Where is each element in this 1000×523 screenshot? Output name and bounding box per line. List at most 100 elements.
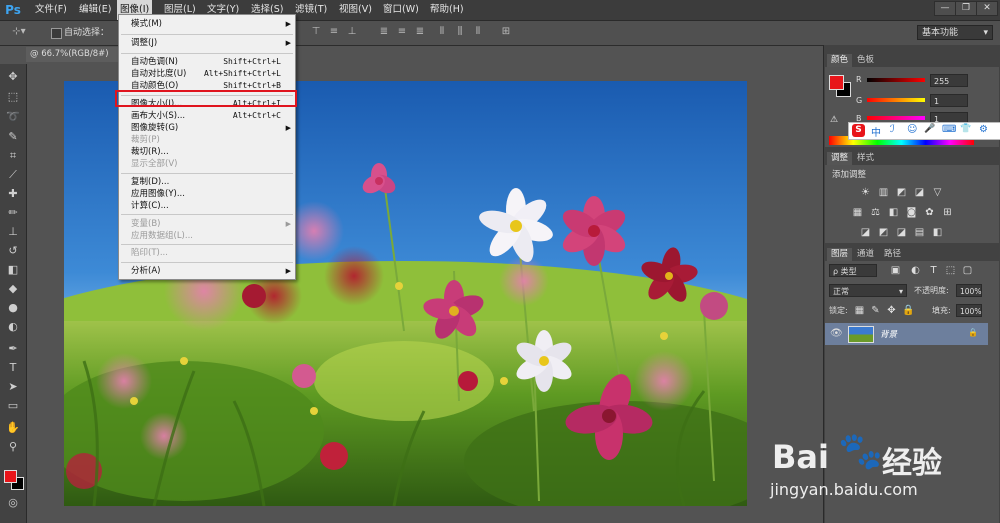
- menu-window[interactable]: 窗口(W): [380, 0, 422, 20]
- menu-item-trim[interactable]: 裁切(R)...: [131, 146, 169, 158]
- g-value-input[interactable]: 1: [930, 94, 968, 107]
- menu-edit[interactable]: 编辑(E): [76, 0, 114, 20]
- menu-item-auto-tone[interactable]: 自动色调(N): [131, 56, 178, 68]
- menu-view[interactable]: 视图(V): [336, 0, 375, 20]
- close-button[interactable]: ✕: [976, 1, 998, 16]
- clone-stamp-tool-icon[interactable]: ⊥: [5, 224, 21, 240]
- menu-item-canvas-size[interactable]: 画布大小(S)...: [131, 110, 185, 122]
- lock-all-icon[interactable]: 🔒: [902, 305, 914, 316]
- workspace-select[interactable]: 基本功能 ▾: [917, 25, 993, 40]
- menu-item-apply-image[interactable]: 应用图像(Y)...: [131, 188, 185, 200]
- tab-color[interactable]: 颜色: [827, 54, 853, 67]
- menu-item-adjustments[interactable]: 调整(J): [131, 37, 157, 49]
- filter-shape-icon[interactable]: ⬚: [945, 265, 956, 276]
- invert-icon[interactable]: ◪: [860, 227, 871, 238]
- zoom-tool-icon[interactable]: ⚲: [5, 439, 21, 455]
- distribute-center-icon[interactable]: ⫼: [454, 26, 466, 38]
- threshold-icon[interactable]: ◪: [896, 227, 907, 238]
- distribute-right-icon[interactable]: ⫴: [472, 26, 484, 38]
- restore-button[interactable]: ❐: [955, 1, 977, 16]
- dodge-tool-icon[interactable]: ◐: [5, 319, 21, 335]
- filter-adjustment-icon[interactable]: ◐: [910, 265, 921, 276]
- menu-item-auto-contrast[interactable]: 自动对比度(U): [131, 68, 186, 80]
- healing-brush-tool-icon[interactable]: ✚: [5, 186, 21, 202]
- move-tool-icon[interactable]: ✥: [5, 69, 21, 85]
- hand-tool-icon[interactable]: ✋: [5, 420, 21, 436]
- black-white-icon[interactable]: ◧: [888, 207, 899, 218]
- shape-tool-icon[interactable]: ▭: [5, 398, 21, 414]
- menu-item-duplicate[interactable]: 复制(D)...: [131, 176, 169, 188]
- menu-item-analysis[interactable]: 分析(A): [131, 265, 160, 277]
- distribute-bottom-icon[interactable]: ≣: [414, 26, 426, 38]
- curves-icon[interactable]: ◩: [896, 187, 907, 198]
- ime-punct-icon[interactable]: ℐ: [890, 124, 895, 135]
- ime-keyboard-icon[interactable]: ⌨: [942, 124, 956, 135]
- crop-tool-icon[interactable]: ⌗: [5, 148, 21, 164]
- menu-filter[interactable]: 滤镜(T): [292, 0, 330, 20]
- lock-transparent-icon[interactable]: ▦: [854, 305, 865, 316]
- menu-file[interactable]: 文件(F): [32, 0, 70, 20]
- document-tab[interactable]: @ 66.7%(RGB/8#): [26, 47, 125, 62]
- visibility-eye-icon[interactable]: 👁: [830, 328, 843, 339]
- tab-paths[interactable]: 路径: [880, 248, 905, 261]
- move-tool-preset-icon[interactable]: ⊹▾: [10, 26, 28, 38]
- type-tool-icon[interactable]: T: [5, 360, 21, 376]
- exposure-icon[interactable]: ◪: [914, 187, 925, 198]
- eyedropper-tool-icon[interactable]: ⟋: [5, 167, 21, 183]
- distribute-top-icon[interactable]: ≣: [378, 26, 390, 38]
- ime-skin-icon[interactable]: 👕: [960, 124, 971, 134]
- blur-tool-icon[interactable]: ●: [5, 300, 21, 316]
- path-select-tool-icon[interactable]: ➤: [5, 379, 21, 395]
- filter-type-icon[interactable]: T: [928, 265, 939, 276]
- vibrance-icon[interactable]: ▽: [932, 187, 943, 198]
- color-lookup-icon[interactable]: ⊞: [942, 207, 953, 218]
- tab-adjustments[interactable]: 调整: [827, 152, 853, 165]
- hue-saturation-icon[interactable]: ▦: [852, 207, 863, 218]
- selective-color-icon[interactable]: ◧: [932, 227, 943, 238]
- lock-pixels-icon[interactable]: ✎: [870, 305, 881, 316]
- ime-mode-chinese[interactable]: 中: [871, 124, 881, 139]
- eraser-tool-icon[interactable]: ◧: [5, 262, 21, 278]
- g-slider[interactable]: [867, 98, 925, 102]
- b-slider[interactable]: [867, 116, 925, 120]
- layer-name[interactable]: 背景: [880, 328, 897, 340]
- menu-item-image-rotation[interactable]: 图像旋转(G): [131, 122, 178, 134]
- opacity-input[interactable]: 100%: [956, 284, 982, 297]
- ime-voice-icon[interactable]: 🎤: [924, 124, 935, 134]
- brightness-icon[interactable]: ☀: [860, 187, 871, 198]
- marquee-tool-icon[interactable]: ⬚: [5, 89, 21, 105]
- align-middle-icon[interactable]: ≡: [328, 26, 340, 38]
- tab-layers[interactable]: 图层: [827, 248, 853, 261]
- distribute-left-icon[interactable]: ⫴: [436, 26, 448, 38]
- menu-help[interactable]: 帮助(H): [427, 0, 467, 20]
- tab-swatches[interactable]: 色板: [853, 54, 878, 67]
- tab-channels[interactable]: 通道: [853, 248, 878, 261]
- menu-item-calculations[interactable]: 计算(C)...: [131, 200, 169, 212]
- panel-foreground-swatch[interactable]: [829, 75, 844, 90]
- pen-tool-icon[interactable]: ✒: [5, 341, 21, 357]
- tab-styles[interactable]: 样式: [853, 152, 878, 165]
- auto-select-checkbox[interactable]: [51, 28, 62, 39]
- blend-mode-select[interactable]: 正常 ▾: [829, 284, 907, 297]
- layer-filter-select[interactable]: ρ 类型: [829, 264, 877, 277]
- color-balance-icon[interactable]: ⚖: [870, 207, 881, 218]
- quick-select-tool-icon[interactable]: ✎: [5, 129, 21, 145]
- auto-align-icon[interactable]: ⊞: [500, 26, 512, 38]
- menu-item-mode[interactable]: 模式(M): [131, 18, 162, 30]
- align-bottom-icon[interactable]: ⊥: [346, 26, 358, 38]
- ime-emoji-icon[interactable]: ☺: [907, 124, 917, 135]
- distribute-middle-icon[interactable]: ≡: [396, 26, 408, 38]
- photo-filter-icon[interactable]: ◙: [906, 207, 917, 218]
- levels-icon[interactable]: ▥: [878, 187, 889, 198]
- paint-bucket-tool-icon[interactable]: ◆: [5, 281, 21, 297]
- foreground-color-swatch[interactable]: [4, 470, 17, 483]
- history-brush-tool-icon[interactable]: ↺: [5, 243, 21, 259]
- gradient-map-icon[interactable]: ▤: [914, 227, 925, 238]
- ime-settings-icon[interactable]: ⚙: [979, 124, 988, 135]
- lock-position-icon[interactable]: ✥: [886, 305, 897, 316]
- brush-tool-icon[interactable]: ✏: [5, 205, 21, 221]
- r-value-input[interactable]: 255: [930, 74, 968, 87]
- align-top-icon[interactable]: ⊤: [310, 26, 322, 38]
- fill-input[interactable]: 100%: [956, 304, 982, 317]
- r-slider[interactable]: [867, 78, 925, 82]
